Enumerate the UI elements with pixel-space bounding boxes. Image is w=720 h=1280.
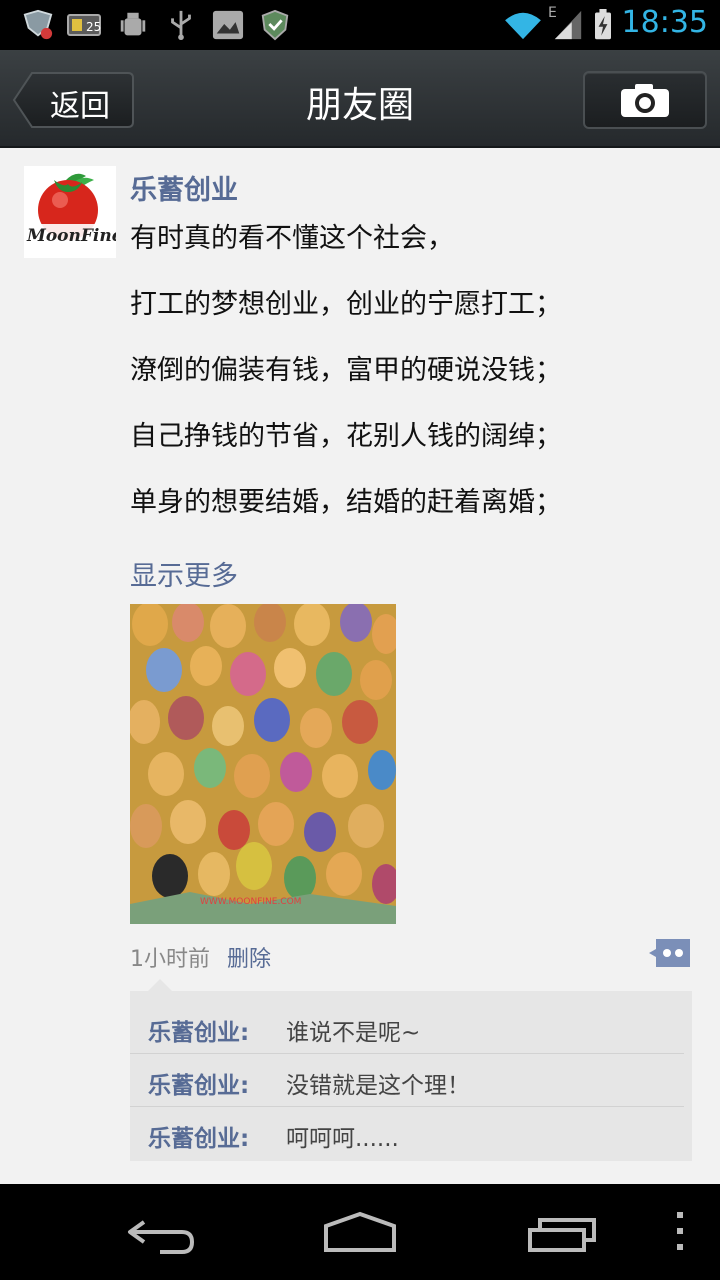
- battery-saver-icon: 25: [67, 14, 101, 36]
- usb-icon: [171, 10, 191, 41]
- post-image[interactable]: WWW.MOONFINE.COM: [130, 604, 396, 924]
- comment-author[interactable]: 乐蓄创业:: [148, 1119, 249, 1153]
- image-watermark: WWW.MOONFINE.COM: [200, 897, 301, 907]
- status-time: 18:35: [621, 5, 708, 40]
- comment-row[interactable]: 乐蓄创业: 谁说不是呢~: [130, 1001, 692, 1054]
- home-nav-icon[interactable]: [322, 1204, 398, 1260]
- camera-icon: [621, 84, 669, 117]
- signal-icon: [554, 10, 582, 40]
- comment-text: 没错就是这个理！: [286, 1073, 470, 1099]
- crowd-painting: WWW.MOONFINE.COM: [130, 604, 396, 924]
- comments-panel: 乐蓄创业: 谁说不是呢~ 乐蓄创业: 没错就是这个理！ 乐蓄创业: 呵呵呵...…: [130, 979, 692, 1161]
- photo-icon: [212, 10, 244, 40]
- post-line-4: 自己挣钱的节省，花别人钱的阔绰；: [130, 421, 562, 452]
- post-line-3: 潦倒的偏装有钱，富甲的硬说没钱；: [130, 355, 562, 386]
- post-line-5: 单身的想要结婚，结婚的赶着离婚；: [130, 487, 562, 518]
- security-shield-icon: [261, 9, 289, 41]
- overflow-menu-icon[interactable]: [672, 1204, 688, 1260]
- comment-author[interactable]: 乐蓄创业:: [148, 1013, 249, 1047]
- battery-charging-icon: [595, 9, 611, 40]
- show-more-link[interactable]: 显示更多: [130, 554, 238, 593]
- comment-text: 谁说不是呢~: [286, 1020, 421, 1046]
- status-bar: 25 E 18:35: [0, 0, 720, 50]
- back-nav-icon[interactable]: [124, 1204, 196, 1260]
- post-line-1: 有时真的看不懂这个社会，: [130, 223, 454, 254]
- avatar-logo-text: MoonFine: [26, 226, 116, 246]
- comment-action-button[interactable]: [648, 937, 692, 969]
- moonfine-logo: MoonFine: [24, 166, 116, 258]
- comment-text: 呵呵呵......: [286, 1126, 399, 1152]
- comment-bubble-icon: [649, 939, 690, 967]
- post-author[interactable]: 乐蓄创业: [130, 168, 238, 207]
- comment-row[interactable]: 乐蓄创业: 没错就是这个理！: [130, 1054, 692, 1107]
- title-bar: 返回 朋友圈: [0, 50, 720, 148]
- comment-author[interactable]: 乐蓄创业:: [148, 1066, 249, 1100]
- delete-link[interactable]: 删除: [227, 941, 271, 973]
- svg-text:25: 25: [86, 20, 101, 34]
- android-debug-icon: [120, 12, 146, 36]
- moments-feed: MoonFine 乐蓄创业 有时真的看不懂这个社会， 打工的梦想创业，创业的宁愿…: [0, 148, 720, 1184]
- wifi-icon: [505, 12, 541, 40]
- post-line-2: 打工的梦想创业，创业的宁愿打工；: [130, 289, 562, 320]
- avatar[interactable]: MoonFine: [24, 166, 116, 258]
- post-time: 1小时前: [130, 947, 210, 972]
- camera-button[interactable]: [583, 71, 707, 129]
- comments-arrow: [148, 979, 172, 991]
- recents-nav-icon[interactable]: [526, 1204, 598, 1260]
- comment-row[interactable]: 乐蓄创业: 呵呵呵......: [130, 1107, 692, 1160]
- smart-connect-icon: [23, 9, 53, 40]
- navigation-bar: [0, 1184, 720, 1280]
